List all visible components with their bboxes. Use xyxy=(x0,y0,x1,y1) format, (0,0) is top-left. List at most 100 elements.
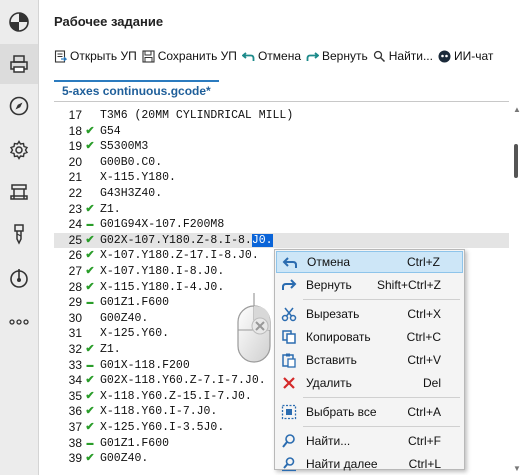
line-number: 21 xyxy=(68,170,82,185)
page-title: Рабочее задание xyxy=(54,14,164,29)
tab-divider xyxy=(54,101,509,102)
scroll-down-arrow-icon[interactable]: ▼ xyxy=(513,465,521,473)
printer-icon xyxy=(10,55,28,73)
line-number: 20 xyxy=(68,154,82,169)
sidebar-item-machine[interactable] xyxy=(0,172,38,212)
line-number: 30 xyxy=(68,310,82,325)
menu-item-shortcut: Del xyxy=(422,376,441,390)
check-icon: ✔ xyxy=(85,374,95,387)
menu-item-label: Найти далее xyxy=(306,457,378,471)
check-icon: ✔ xyxy=(85,265,95,277)
check-icon: ✔ xyxy=(85,343,95,355)
code-line[interactable]: 23 ✔ Z1. xyxy=(54,202,509,218)
tool-icon xyxy=(14,224,24,245)
code-line[interactable]: 21 X-115.Y180. xyxy=(54,170,509,186)
paste-icon xyxy=(281,352,297,368)
undo-label: Отмена xyxy=(257,49,301,63)
code-text: X-118.Y60.Z-15.I-7.J0. xyxy=(100,389,252,403)
line-number: 27 xyxy=(68,264,82,278)
line-number: 18 xyxy=(68,123,82,138)
code-text: G01Z1.F600 xyxy=(100,436,170,450)
sidebar-item-gauge[interactable] xyxy=(0,2,38,42)
redo-icon xyxy=(281,277,297,293)
undo-button[interactable]: Отмена xyxy=(241,49,301,63)
check-icon: ✔ xyxy=(85,140,95,153)
check-icon: ✔ xyxy=(85,280,95,293)
line-number: 31 xyxy=(68,326,82,341)
line-number: 37 xyxy=(68,420,82,434)
machine-icon xyxy=(10,184,28,200)
undo-icon xyxy=(241,51,255,61)
code-line[interactable]: 20 G00B0.C0. xyxy=(54,155,509,171)
scroll-thumb[interactable] xyxy=(514,144,518,178)
menu-item-label: Копировать xyxy=(306,330,371,344)
line-number: 24 xyxy=(68,217,82,232)
menu-item-delete[interactable]: Удалить Del xyxy=(276,372,463,394)
sidebar-item-tool[interactable] xyxy=(0,214,38,254)
editor-scrollbar[interactable]: ▲ ▼ xyxy=(512,104,522,475)
menu-item-find-next[interactable]: Найти далее Ctrl+L xyxy=(276,453,463,475)
code-line[interactable]: 25 ✔ G02X-107.Y180.Z-8.I-8.J0. xyxy=(54,232,509,249)
code-line[interactable]: 24 ▬ G01G94X-107.F200M8 xyxy=(54,217,509,233)
menu-item-shortcut: Ctrl+V xyxy=(407,353,441,367)
menu-item-label: Вставить xyxy=(306,353,357,367)
code-text: X-118.Y60.I-7.J0. xyxy=(100,405,218,419)
code-text: G02X-118.Y60.Z-7.I-7.J0. xyxy=(100,374,266,388)
sidebar-item-compass[interactable] xyxy=(0,86,38,126)
dash-icon: ▬ xyxy=(86,221,94,229)
line-number: 38 xyxy=(68,435,82,450)
mouse-right-click-icon xyxy=(237,292,271,363)
code-text: G00Z40. xyxy=(100,452,149,466)
delete-icon xyxy=(281,375,297,391)
menu-separator xyxy=(303,397,460,398)
menu-item-find[interactable]: Найти... Ctrl+F xyxy=(276,430,463,452)
check-icon: ✔ xyxy=(85,202,95,215)
save-program-button[interactable]: Сохранить УП xyxy=(142,49,237,63)
code-text: Z1. xyxy=(100,202,121,216)
code-text: G43H3Z40. xyxy=(100,187,163,200)
sidebar-item-more[interactable] xyxy=(0,302,38,342)
open-program-button[interactable]: Открыть УП xyxy=(54,49,137,63)
sidebar-item-printer[interactable] xyxy=(0,44,38,84)
dash-icon: ▬ xyxy=(86,361,94,369)
find-icon xyxy=(281,433,297,449)
scroll-up-arrow-icon[interactable]: ▲ xyxy=(513,106,521,114)
dash-icon: ▬ xyxy=(86,299,94,307)
code-text: G00B0.C0. xyxy=(100,155,163,169)
ai-chat-button[interactable]: ИИ-чат xyxy=(438,49,493,63)
menu-item-shortcut: Ctrl+X xyxy=(407,307,441,321)
menu-item-cut[interactable]: Вырезать Ctrl+X xyxy=(276,303,463,325)
redo-button[interactable]: Вернуть xyxy=(306,49,368,63)
menu-item-paste[interactable]: Вставить Ctrl+V xyxy=(276,349,463,371)
find-button[interactable]: Найти... xyxy=(373,49,433,63)
menu-item-select-all[interactable]: Выбрать все Ctrl+A xyxy=(276,401,463,423)
menu-item-shortcut: Ctrl+A xyxy=(407,405,441,419)
save-icon xyxy=(142,49,155,63)
save-program-label: Сохранить УП xyxy=(157,49,237,63)
open-program-label: Открыть УП xyxy=(70,49,137,63)
line-number: 23 xyxy=(68,201,82,216)
code-line[interactable]: 17 T3M6 (20MM CYLINDRICAL MILL) xyxy=(54,108,509,124)
check-icon: ✔ xyxy=(85,452,95,465)
menu-separator xyxy=(303,426,460,427)
check-icon: ✔ xyxy=(85,405,95,418)
redo-label: Вернуть xyxy=(322,49,368,63)
menu-item-copy[interactable]: Копировать Ctrl+C xyxy=(276,326,463,348)
code-line[interactable]: 19 ✔ S5300M3 xyxy=(54,139,509,155)
code-text: X-115.Y180. xyxy=(100,171,176,185)
menu-item-label: Вырезать xyxy=(306,307,360,321)
code-line[interactable]: 22 G43H3Z40. xyxy=(54,186,509,202)
sidebar-item-settings[interactable] xyxy=(0,130,38,170)
menu-item-redo[interactable]: Вернуть Shift+Ctrl+Z xyxy=(276,274,463,296)
menu-item-shortcut: Ctrl+C xyxy=(406,330,441,344)
code-line[interactable]: 18 ✔ G54 xyxy=(54,124,509,140)
menu-item-undo[interactable]: Отмена Ctrl+Z xyxy=(276,251,463,273)
menu-item-shortcut: Ctrl+F xyxy=(408,434,441,448)
code-text: G01Z1.F600 xyxy=(100,296,170,310)
sidebar-item-spindle[interactable] xyxy=(0,258,38,298)
check-icon: ✔ xyxy=(85,421,95,433)
check-icon: ✔ xyxy=(85,124,95,137)
line-number: 33 xyxy=(68,357,82,372)
tab-gcode-file[interactable]: 5-axes continuous.gcode* xyxy=(54,80,219,102)
check-icon: ✔ xyxy=(85,389,95,402)
